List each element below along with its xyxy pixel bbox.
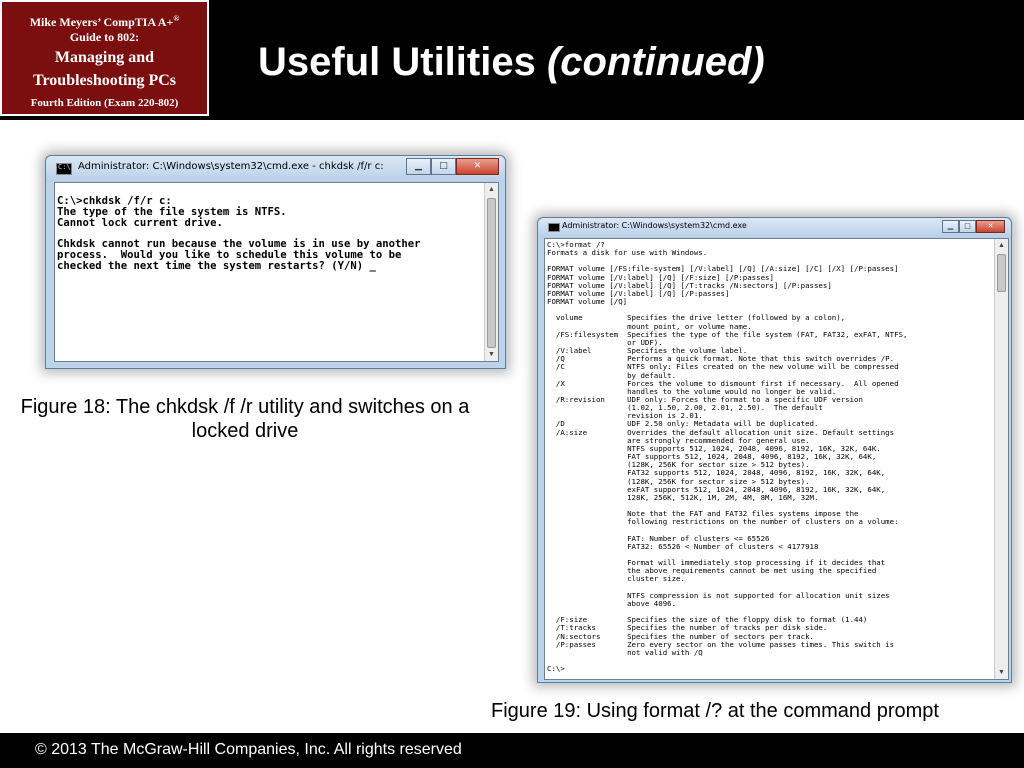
scroll-up-icon[interactable]: ▲ (995, 239, 1008, 252)
vertical-scrollbar[interactable]: ▲ ▼ (484, 183, 498, 361)
scroll-thumb[interactable] (997, 254, 1006, 292)
scroll-thumb[interactable] (487, 198, 496, 348)
format-cmd-window[interactable]: Administrator: C:\Windows\system32\cmd.e… (537, 217, 1012, 683)
console-output[interactable]: C:\>format /? Formats a disk for use wit… (544, 238, 1009, 680)
book-title-badge: Mike Meyers’ CompTIA A+® Guide to 802: M… (0, 0, 209, 116)
badge-guide-line: Guide to 802: (69, 30, 140, 44)
badge-title-line1: Managing and (54, 49, 155, 66)
close-button[interactable]: ✕ (456, 158, 499, 175)
footer-bar: © 2013 The McGraw-Hill Companies, Inc. A… (0, 733, 1024, 768)
registered-mark: ® (173, 14, 180, 23)
slide-title-main: Useful Utilities (258, 40, 536, 84)
scroll-down-icon[interactable]: ▼ (995, 666, 1008, 679)
badge-edition: Fourth Edition (Exam 220-802) (30, 97, 179, 109)
maximize-button[interactable]: □ (959, 220, 976, 233)
copyright-text: © 2013 The McGraw-Hill Companies, Inc. A… (35, 741, 462, 758)
close-button[interactable]: ✕ (976, 220, 1005, 233)
slide-title: Useful Utilities (continued) (258, 40, 765, 85)
window-titlebar[interactable]: Administrator: C:\Windows\system32\cmd.e… (538, 218, 1011, 238)
minimize-button[interactable]: ▁ (406, 158, 431, 175)
console-text: C:\>chkdsk /f/r c: The type of the file … (57, 195, 421, 272)
badge-title-line2: Troubleshooting PCs (33, 72, 176, 89)
figure-18-caption: Figure 18: The chkdsk /f /r utility and … (20, 396, 470, 442)
console-output[interactable]: C:\>chkdsk /f/r c: The type of the file … (54, 182, 499, 362)
window-title: Administrator: C:\Windows\system32\cmd.e… (562, 221, 747, 230)
figure-19-caption: Figure 19: Using format /? at the comman… (491, 700, 939, 722)
window-titlebar[interactable]: C:\ Administrator: C:\Windows\system32\c… (46, 156, 505, 182)
maximize-button[interactable]: □ (431, 158, 456, 175)
slide-title-italic: (continued) (546, 40, 765, 84)
window-title: Administrator: C:\Windows\system32\cmd.e… (78, 161, 384, 172)
window-controls: ▁ □ ✕ (942, 220, 1005, 233)
cmd-icon (548, 223, 560, 232)
cmd-icon: C:\ (56, 163, 72, 175)
scroll-down-icon[interactable]: ▼ (485, 348, 498, 361)
minimize-button[interactable]: ▁ (942, 220, 959, 233)
chkdsk-cmd-window[interactable]: C:\ Administrator: C:\Windows\system32\c… (45, 155, 506, 369)
vertical-scrollbar[interactable]: ▲ ▼ (994, 239, 1008, 679)
badge-series-name: Mike Meyers’ CompTIA A+ (29, 15, 174, 29)
console-text: C:\>format /? Formats a disk for use wit… (547, 240, 908, 674)
window-controls: ▁ □ ✕ (406, 158, 499, 175)
scroll-up-icon[interactable]: ▲ (485, 183, 498, 196)
